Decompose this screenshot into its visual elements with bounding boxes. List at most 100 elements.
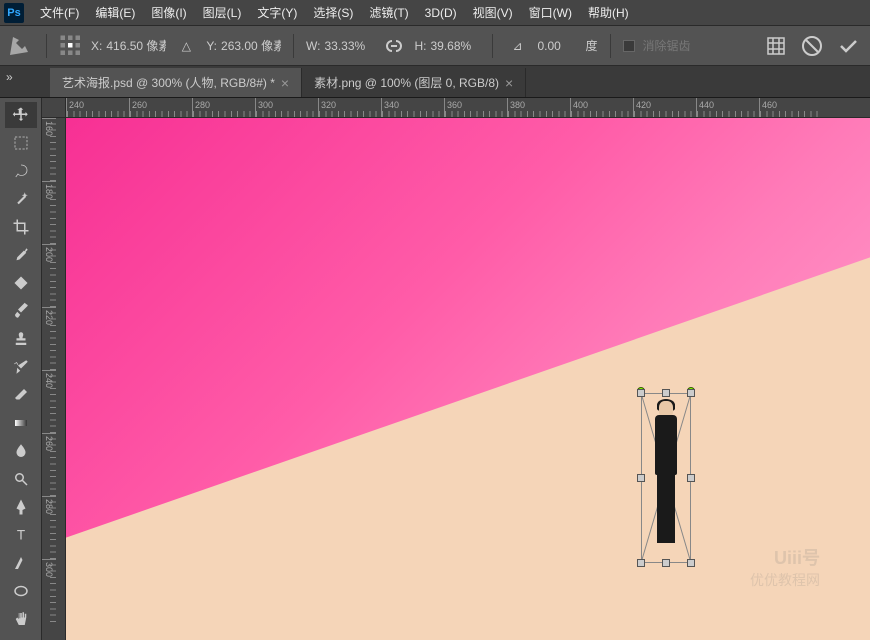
stamp-tool[interactable]: [5, 326, 37, 352]
angle-icon: ⊿: [505, 34, 529, 58]
shape-tool[interactable]: [5, 578, 37, 604]
menu-select[interactable]: 选择(S): [305, 0, 361, 25]
ruler-tick: 440: [696, 98, 759, 117]
angle-input[interactable]: [537, 39, 577, 53]
close-icon[interactable]: ×: [281, 75, 289, 91]
antialias-checkbox[interactable]: [623, 40, 635, 52]
ruler-tick: 420: [633, 98, 696, 117]
horizontal-ruler[interactable]: 240 260 280 300 320 340 360 380 400 420 …: [66, 98, 870, 118]
canvas[interactable]: Uiii号 优优教程网: [66, 118, 870, 640]
crop-tool[interactable]: [5, 214, 37, 240]
eraser-tool[interactable]: [5, 382, 37, 408]
eyedropper-tool[interactable]: [5, 242, 37, 268]
ruler-tick: 380: [507, 98, 570, 117]
pen-tool[interactable]: [5, 494, 37, 520]
tools-panel: T: [0, 98, 42, 640]
transform-handle-br[interactable]: [687, 559, 695, 567]
reference-point-icon[interactable]: [59, 34, 83, 58]
app-logo: Ps: [4, 3, 24, 23]
options-bar: X: △ Y: W: H: ⊿ 度 消除锯齿: [0, 26, 870, 66]
wand-tool[interactable]: [5, 186, 37, 212]
type-tool[interactable]: T: [5, 522, 37, 548]
x-input[interactable]: [106, 39, 166, 53]
menu-layer[interactable]: 图层(L): [195, 0, 250, 25]
hand-tool[interactable]: [5, 606, 37, 632]
x-label: X:: [91, 39, 102, 53]
ruler-tick: 460: [759, 98, 822, 117]
lasso-tool[interactable]: [5, 158, 37, 184]
ruler-tick: 340: [381, 98, 444, 117]
gradient-tool[interactable]: [5, 410, 37, 436]
menu-3d[interactable]: 3D(D): [417, 2, 465, 24]
transform-handle-bl[interactable]: [637, 559, 645, 567]
ruler-tick: 200: [42, 244, 56, 307]
menu-help[interactable]: 帮助(H): [580, 0, 637, 25]
menu-edit[interactable]: 编辑(E): [87, 0, 143, 25]
ruler-tick: 300: [255, 98, 318, 117]
y-label: Y:: [206, 39, 217, 53]
ruler-tick: 360: [444, 98, 507, 117]
canvas-area: 240 260 280 300 320 340 360 380 400 420 …: [42, 98, 870, 640]
ruler-tick: 220: [42, 307, 56, 370]
ruler-tick: 160: [42, 118, 56, 181]
dodge-tool[interactable]: [5, 466, 37, 492]
transform-handle-tm[interactable]: [662, 389, 670, 397]
menu-view[interactable]: 视图(V): [465, 0, 521, 25]
transform-handle-ml[interactable]: [637, 474, 645, 482]
blur-tool[interactable]: [5, 438, 37, 464]
transform-mode-icon[interactable]: [10, 34, 34, 58]
workspace: T 240 260 280 300 320 340 360 380 400 42…: [0, 98, 870, 640]
transform-handle-tl[interactable]: [637, 389, 645, 397]
transform-handle-tr[interactable]: [687, 389, 695, 397]
artboard: Uiii号 优优教程网: [66, 118, 870, 640]
antialias-label: 消除锯齿: [643, 37, 691, 54]
transform-handle-mr[interactable]: [687, 474, 695, 482]
tab-label: 艺术海报.psd @ 300% (人物, RGB/8#) *: [62, 74, 275, 91]
menu-file[interactable]: 文件(F): [32, 0, 87, 25]
ruler-tick: 400: [570, 98, 633, 117]
h-field: H:: [414, 39, 480, 53]
warp-mode-button[interactable]: [764, 34, 788, 58]
w-label: W:: [306, 39, 320, 53]
ruler-tick: 240: [66, 98, 129, 117]
tab-label: 素材.png @ 100% (图层 0, RGB/8): [314, 74, 499, 91]
ruler-tick: 320: [318, 98, 381, 117]
menu-filter[interactable]: 滤镜(T): [361, 0, 416, 25]
move-tool[interactable]: [5, 102, 37, 128]
tab-document-1[interactable]: 艺术海报.psd @ 300% (人物, RGB/8#) * ×: [50, 68, 302, 97]
y-input[interactable]: [221, 39, 281, 53]
ruler-tick: 260: [42, 433, 56, 496]
marquee-tool[interactable]: [5, 130, 37, 156]
menubar: Ps 文件(F) 编辑(E) 图像(I) 图层(L) 文字(Y) 选择(S) 滤…: [0, 0, 870, 26]
transform-handle-bm[interactable]: [662, 559, 670, 567]
ruler-tick: 280: [42, 496, 56, 559]
menu-type[interactable]: 文字(Y): [249, 0, 305, 25]
menu-window[interactable]: 窗口(W): [521, 0, 580, 25]
link-icon[interactable]: [382, 34, 406, 58]
vertical-ruler[interactable]: 160 180 200 220 240 260 280 300: [42, 118, 66, 640]
healing-tool[interactable]: [5, 270, 37, 296]
h-label: H:: [414, 39, 426, 53]
ruler-tick: 280: [192, 98, 255, 117]
watermark-sub: 优优教程网: [750, 570, 820, 590]
menu-image[interactable]: 图像(I): [143, 0, 194, 25]
w-input[interactable]: [324, 39, 374, 53]
tab-document-2[interactable]: 素材.png @ 100% (图层 0, RGB/8) ×: [302, 68, 526, 97]
path-tool[interactable]: [5, 550, 37, 576]
commit-transform-button[interactable]: [836, 34, 860, 58]
delta-icon[interactable]: △: [174, 34, 198, 58]
expand-panels-icon[interactable]: »: [6, 70, 13, 84]
h-input[interactable]: [430, 39, 480, 53]
x-field: X:: [91, 39, 166, 53]
history-brush-tool[interactable]: [5, 354, 37, 380]
close-icon[interactable]: ×: [505, 75, 513, 91]
document-tabs: » 艺术海报.psd @ 300% (人物, RGB/8#) * × 素材.pn…: [0, 66, 870, 98]
cancel-transform-button[interactable]: [800, 34, 824, 58]
ruler-tick: 260: [129, 98, 192, 117]
watermark: Uiii号 优优教程网: [750, 544, 820, 590]
brush-tool[interactable]: [5, 298, 37, 324]
ruler-origin[interactable]: [42, 98, 66, 118]
ruler-tick: 240: [42, 370, 56, 433]
transform-selection[interactable]: [641, 393, 691, 563]
person-figure: [651, 401, 681, 551]
